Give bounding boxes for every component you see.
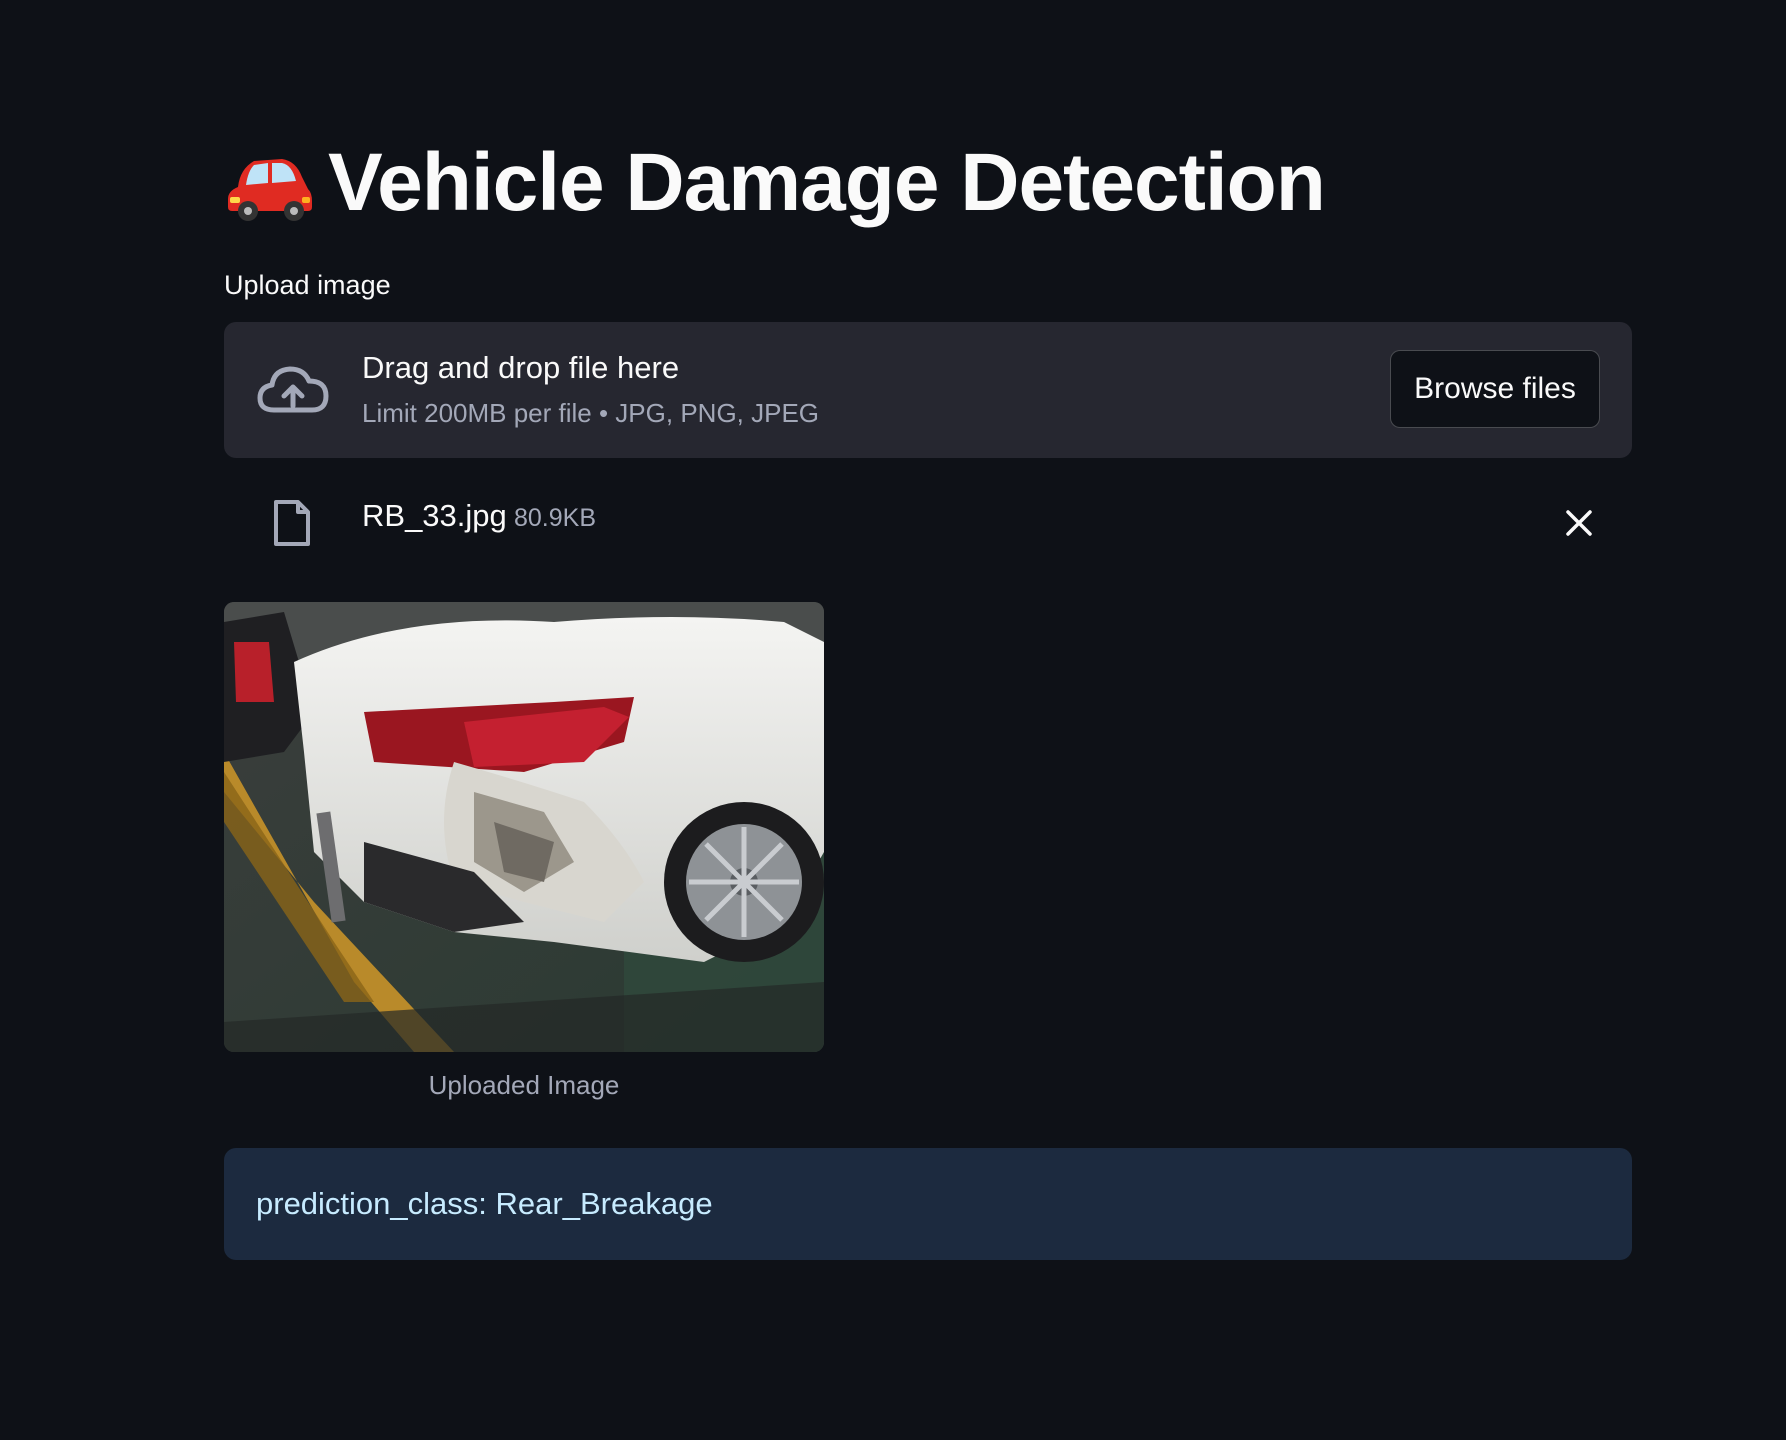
prediction-text: prediction_class: Rear_Breakage [256, 1186, 713, 1221]
file-icon [274, 500, 310, 546]
dropzone-limit-text: Limit 200MB per file • JPG, PNG, JPEG [362, 398, 820, 428]
image-caption: Uploaded Image [428, 1070, 620, 1100]
cloud-upload-icon [257, 366, 329, 413]
prediction-info-box: prediction_class: Rear_Breakage [224, 1148, 1632, 1260]
car-emoji-icon [228, 159, 312, 221]
dropzone-instruction: Drag and drop file here [362, 350, 680, 385]
uploaded-image [224, 602, 824, 1052]
close-icon[interactable] [1562, 506, 1596, 540]
upload-label: Upload image [224, 270, 391, 300]
page-title: Vehicle Damage Detection [224, 128, 1326, 238]
title-text: Vehicle Damage Detection [328, 137, 1326, 228]
uploaded-file-row: RB_33.jpg 80.9KB [224, 488, 1632, 558]
browse-files-button[interactable]: Browse files [1390, 350, 1600, 428]
file-dropzone[interactable]: Drag and drop file here Limit 200MB per … [224, 322, 1632, 458]
file-name: RB_33.jpg [362, 498, 507, 533]
damaged-car-photo [224, 602, 824, 1052]
file-size: 80.9KB [514, 504, 597, 532]
